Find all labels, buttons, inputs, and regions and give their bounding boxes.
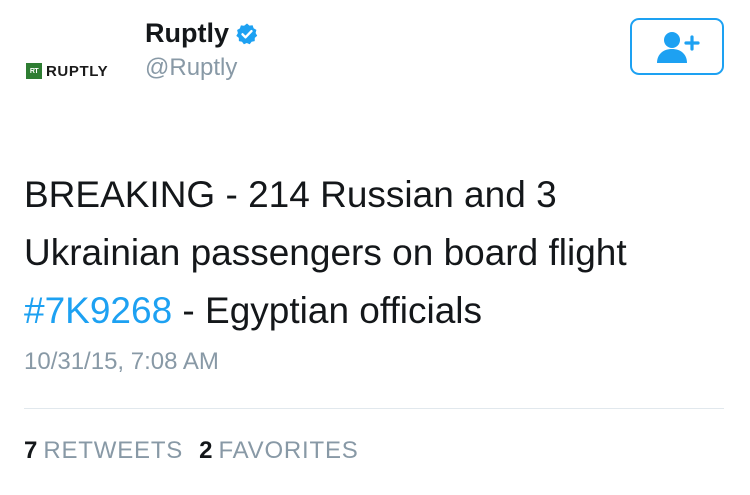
timestamp[interactable]: 10/31/15, 7:08 AM [24,348,219,376]
avatar-rt-badge: RT [26,63,42,79]
favorites-stat[interactable]: 2 FAVORITES [199,437,358,465]
tweet-card: RT RUPTLY Ruptly @Ruptly BREAKING - 214 … [0,0,750,495]
tweet-text: BREAKING - 214 Russian and 3 Ukrainian p… [24,166,724,340]
avatar-text: RUPTLY [46,62,109,80]
tweet-text-line-1: BREAKING - 214 Russian and 3 [24,174,557,215]
display-name[interactable]: Ruptly [145,18,229,49]
avatar[interactable]: RT RUPTLY [26,60,130,82]
favorites-count: 2 [199,437,213,464]
verified-badge-icon [236,23,258,44]
favorites-label: FAVORITES [218,437,359,464]
tweet-stats: 7 RETWEETS 2 FAVORITES [24,437,375,465]
add-user-icon [657,31,700,63]
follow-button[interactable] [630,18,724,75]
retweets-stat[interactable]: 7 RETWEETS [24,437,183,465]
retweets-label: RETWEETS [43,437,184,464]
retweets-count: 7 [24,437,38,464]
divider [24,408,724,409]
user-name-row: Ruptly [145,18,259,49]
hashtag-link[interactable]: #7K9268 [24,290,172,331]
user-handle[interactable]: @Ruptly [145,54,237,82]
tweet-text-line-2: Ukrainian passengers on board flight [24,232,627,273]
tweet-text-line-3: - Egyptian officials [172,290,483,331]
